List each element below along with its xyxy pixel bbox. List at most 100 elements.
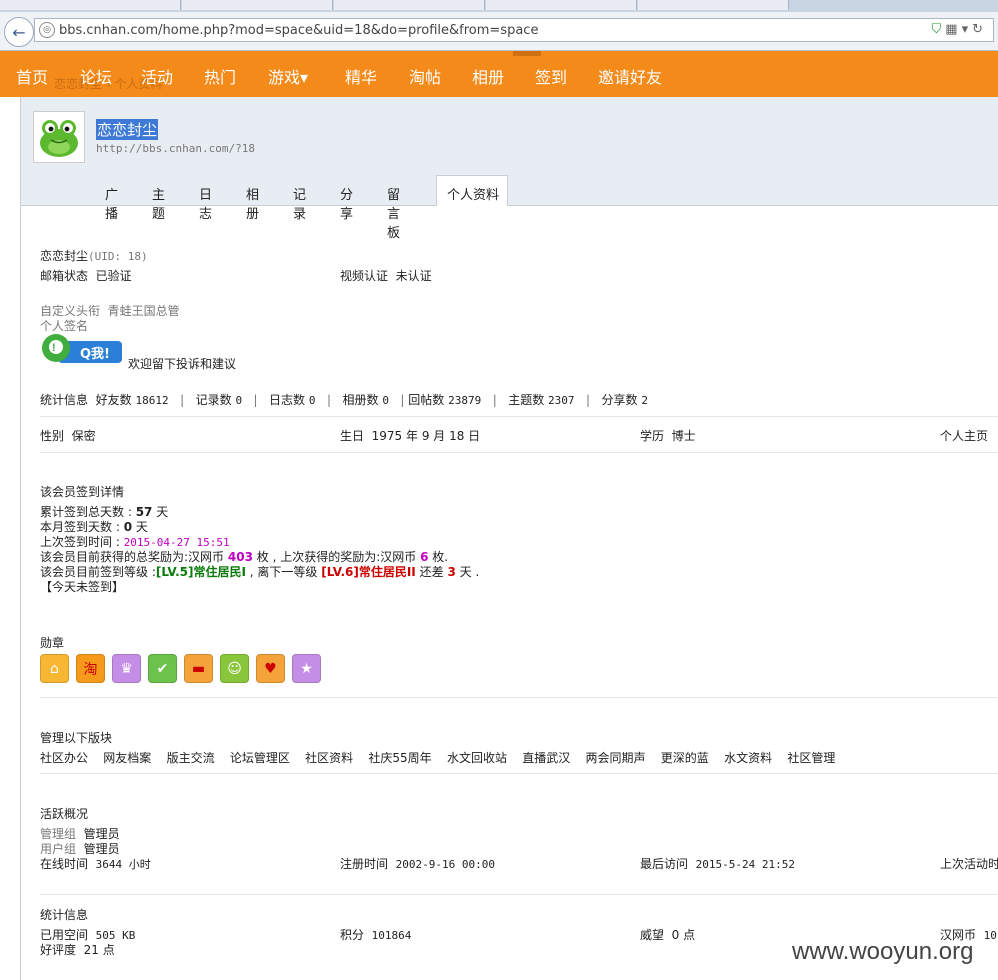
stat-friends[interactable]: 好友数 18612 [96,393,169,407]
tab-threads[interactable]: 主题 [152,184,165,222]
checkin-day-unit: 天 [156,505,169,519]
forum-link[interactable]: 网友档案 [103,751,151,765]
statistics-title: 统计信息 [40,908,89,922]
used-space-label: 已用空间 [40,928,89,942]
browser-tab[interactable] [182,0,333,10]
credit: 积分 101864 [340,926,411,943]
browser-tab[interactable] [334,0,485,10]
stat-threads[interactable]: 主题数 2307 [508,393,574,407]
forum-link[interactable]: 水文资料 [724,751,772,765]
nav-item-home[interactable]: 首页 [16,64,48,88]
back-button[interactable]: ← [4,17,34,47]
nav-item-invite[interactable]: 邀请好友 [598,64,662,88]
stat-albums[interactable]: 相册数 0 [342,393,388,407]
last-visit: 最后访问 2015-5-24 21:52 [640,855,795,872]
forum-link[interactable]: 两会同期声 [586,751,646,765]
user-group-value[interactable]: 管理员 [84,842,120,856]
forum-link[interactable]: 社庆55周年 [368,751,431,765]
admin-group-value[interactable]: 管理员 [84,827,120,841]
stat-value: 2307 [548,394,575,407]
checkin-today: 【今天未签到】 [40,580,125,594]
level-gap: 3 [447,565,456,579]
heart-icon[interactable]: ♥ [256,654,285,683]
smile-icon[interactable]: ☺ [220,654,249,683]
stat-shares[interactable]: 分享数 2 [602,393,648,407]
stat-value: 0 [382,394,389,407]
forum-link[interactable]: 直播武汉 [522,751,570,765]
last-visit-label: 最后访问 [640,857,689,871]
forum-link[interactable]: 论坛管理区 [230,751,290,765]
nav-item-forum[interactable]: 论坛 [80,64,112,88]
taobao-icon[interactable]: 淘 [76,654,105,683]
browser-tab[interactable] [0,0,181,10]
level-text: 还差 [419,565,444,579]
check-icon[interactable]: ✔ [148,654,177,683]
dropdown-icon[interactable]: ▾ [962,22,973,37]
coin-value: 10 [983,929,997,942]
browser-tab[interactable] [638,0,789,10]
level-current: [LV.5]常住居民I [155,565,246,579]
custom-title-label: 自定义头衔 [40,304,101,318]
stat-key: 日志数 [269,393,306,407]
level-text: , 离下一等级 [249,565,318,579]
browser-tab[interactable] [486,0,637,10]
level-next: [LV.6]常住居民II [321,565,416,579]
nav-item-checkin[interactable]: 签到 [535,64,567,88]
tab-album[interactable]: 相册 [246,184,259,222]
refresh-icon[interactable]: ↻ [972,22,987,37]
crown-icon[interactable]: ♛ [112,654,141,683]
url-field[interactable]: ◎ bbs.cnhan.com/home.php?mod=space&uid=1… [34,18,994,42]
nav-item-album[interactable]: 相册 [472,64,504,88]
forum-link[interactable]: 更深的蓝 [661,751,709,765]
forum-link[interactable]: 社区资料 [305,751,353,765]
forum-link[interactable]: 社区管理 [787,751,835,765]
qq-button[interactable]: ! Q我! [40,333,124,367]
globe-icon: ◎ [39,22,55,38]
stat-replies[interactable]: 回帖数 23879 [408,393,481,407]
stat-key: 回帖数 [408,393,445,407]
stat-records[interactable]: 记录数 0 [196,393,242,407]
admin-group-label: 管理组 [40,827,77,841]
profile-username[interactable]: 恋恋封尘 [96,119,159,140]
nav-item-collection[interactable]: 淘帖 [409,64,441,88]
register-time: 注册时间 2002-9-16 00:00 [340,855,495,872]
birthday-value: 1975 年 9 月 18 日 [371,429,481,443]
level-text: 天 . [459,565,480,579]
nav-item-activity[interactable]: 活动 [141,64,173,88]
forum-link[interactable]: 水文回收站 [447,751,507,765]
video-label: 视频认证 [340,269,389,283]
education-value: 博士 [671,429,696,443]
signature-text: 欢迎留下投诉和建议 [128,357,237,371]
tab-records[interactable]: 记录 [293,184,306,222]
svg-text:!: ! [52,342,56,354]
tab-profile[interactable]: 个人资料 [436,175,508,206]
avatar[interactable] [33,111,85,163]
stat-blogs[interactable]: 日志数 0 [269,393,315,407]
checkin-total-label: 累计签到总天数 : [40,505,132,519]
tab-broadcast[interactable]: 广播 [105,184,118,222]
nav-item-games[interactable]: 游戏▾ [268,64,308,88]
education-label: 学历 [640,429,665,443]
prestige-label: 威望 [640,928,665,942]
tab-guestbook[interactable]: 留言板 [387,184,400,241]
stat-value: 0 [235,394,243,407]
checkin-day-unit: 天 [135,520,148,534]
nav-item-hot[interactable]: 热门 [204,64,236,88]
video-status: 视频认证 未认证 [340,267,432,284]
forum-link[interactable]: 社区办公 [40,751,88,765]
sofa-icon[interactable]: ▬ [184,654,213,683]
stat-key: 主题数 [508,393,545,407]
shield-icon[interactable]: ⛉ [932,22,946,37]
profile-link[interactable]: http://bbs.cnhan.com/?18 [96,142,255,155]
stat-key: 好友数 [95,393,132,407]
house-icon[interactable]: ⌂ [40,654,69,683]
reward-text: 枚 , 上次获得的奖励为:汉网币 [256,550,417,564]
email-status: 邮箱状态 已验证 [40,267,132,284]
nav-item-digest[interactable]: 精华 [345,64,377,88]
qrcode-icon[interactable]: ▦ [945,22,961,37]
forum-link[interactable]: 版主交流 [167,751,215,765]
star-icon[interactable]: ★ [292,654,321,683]
tab-share[interactable]: 分享 [340,184,353,222]
register-time-value: 2002-9-16 00:00 [395,858,495,871]
tab-blog[interactable]: 日志 [199,184,212,222]
